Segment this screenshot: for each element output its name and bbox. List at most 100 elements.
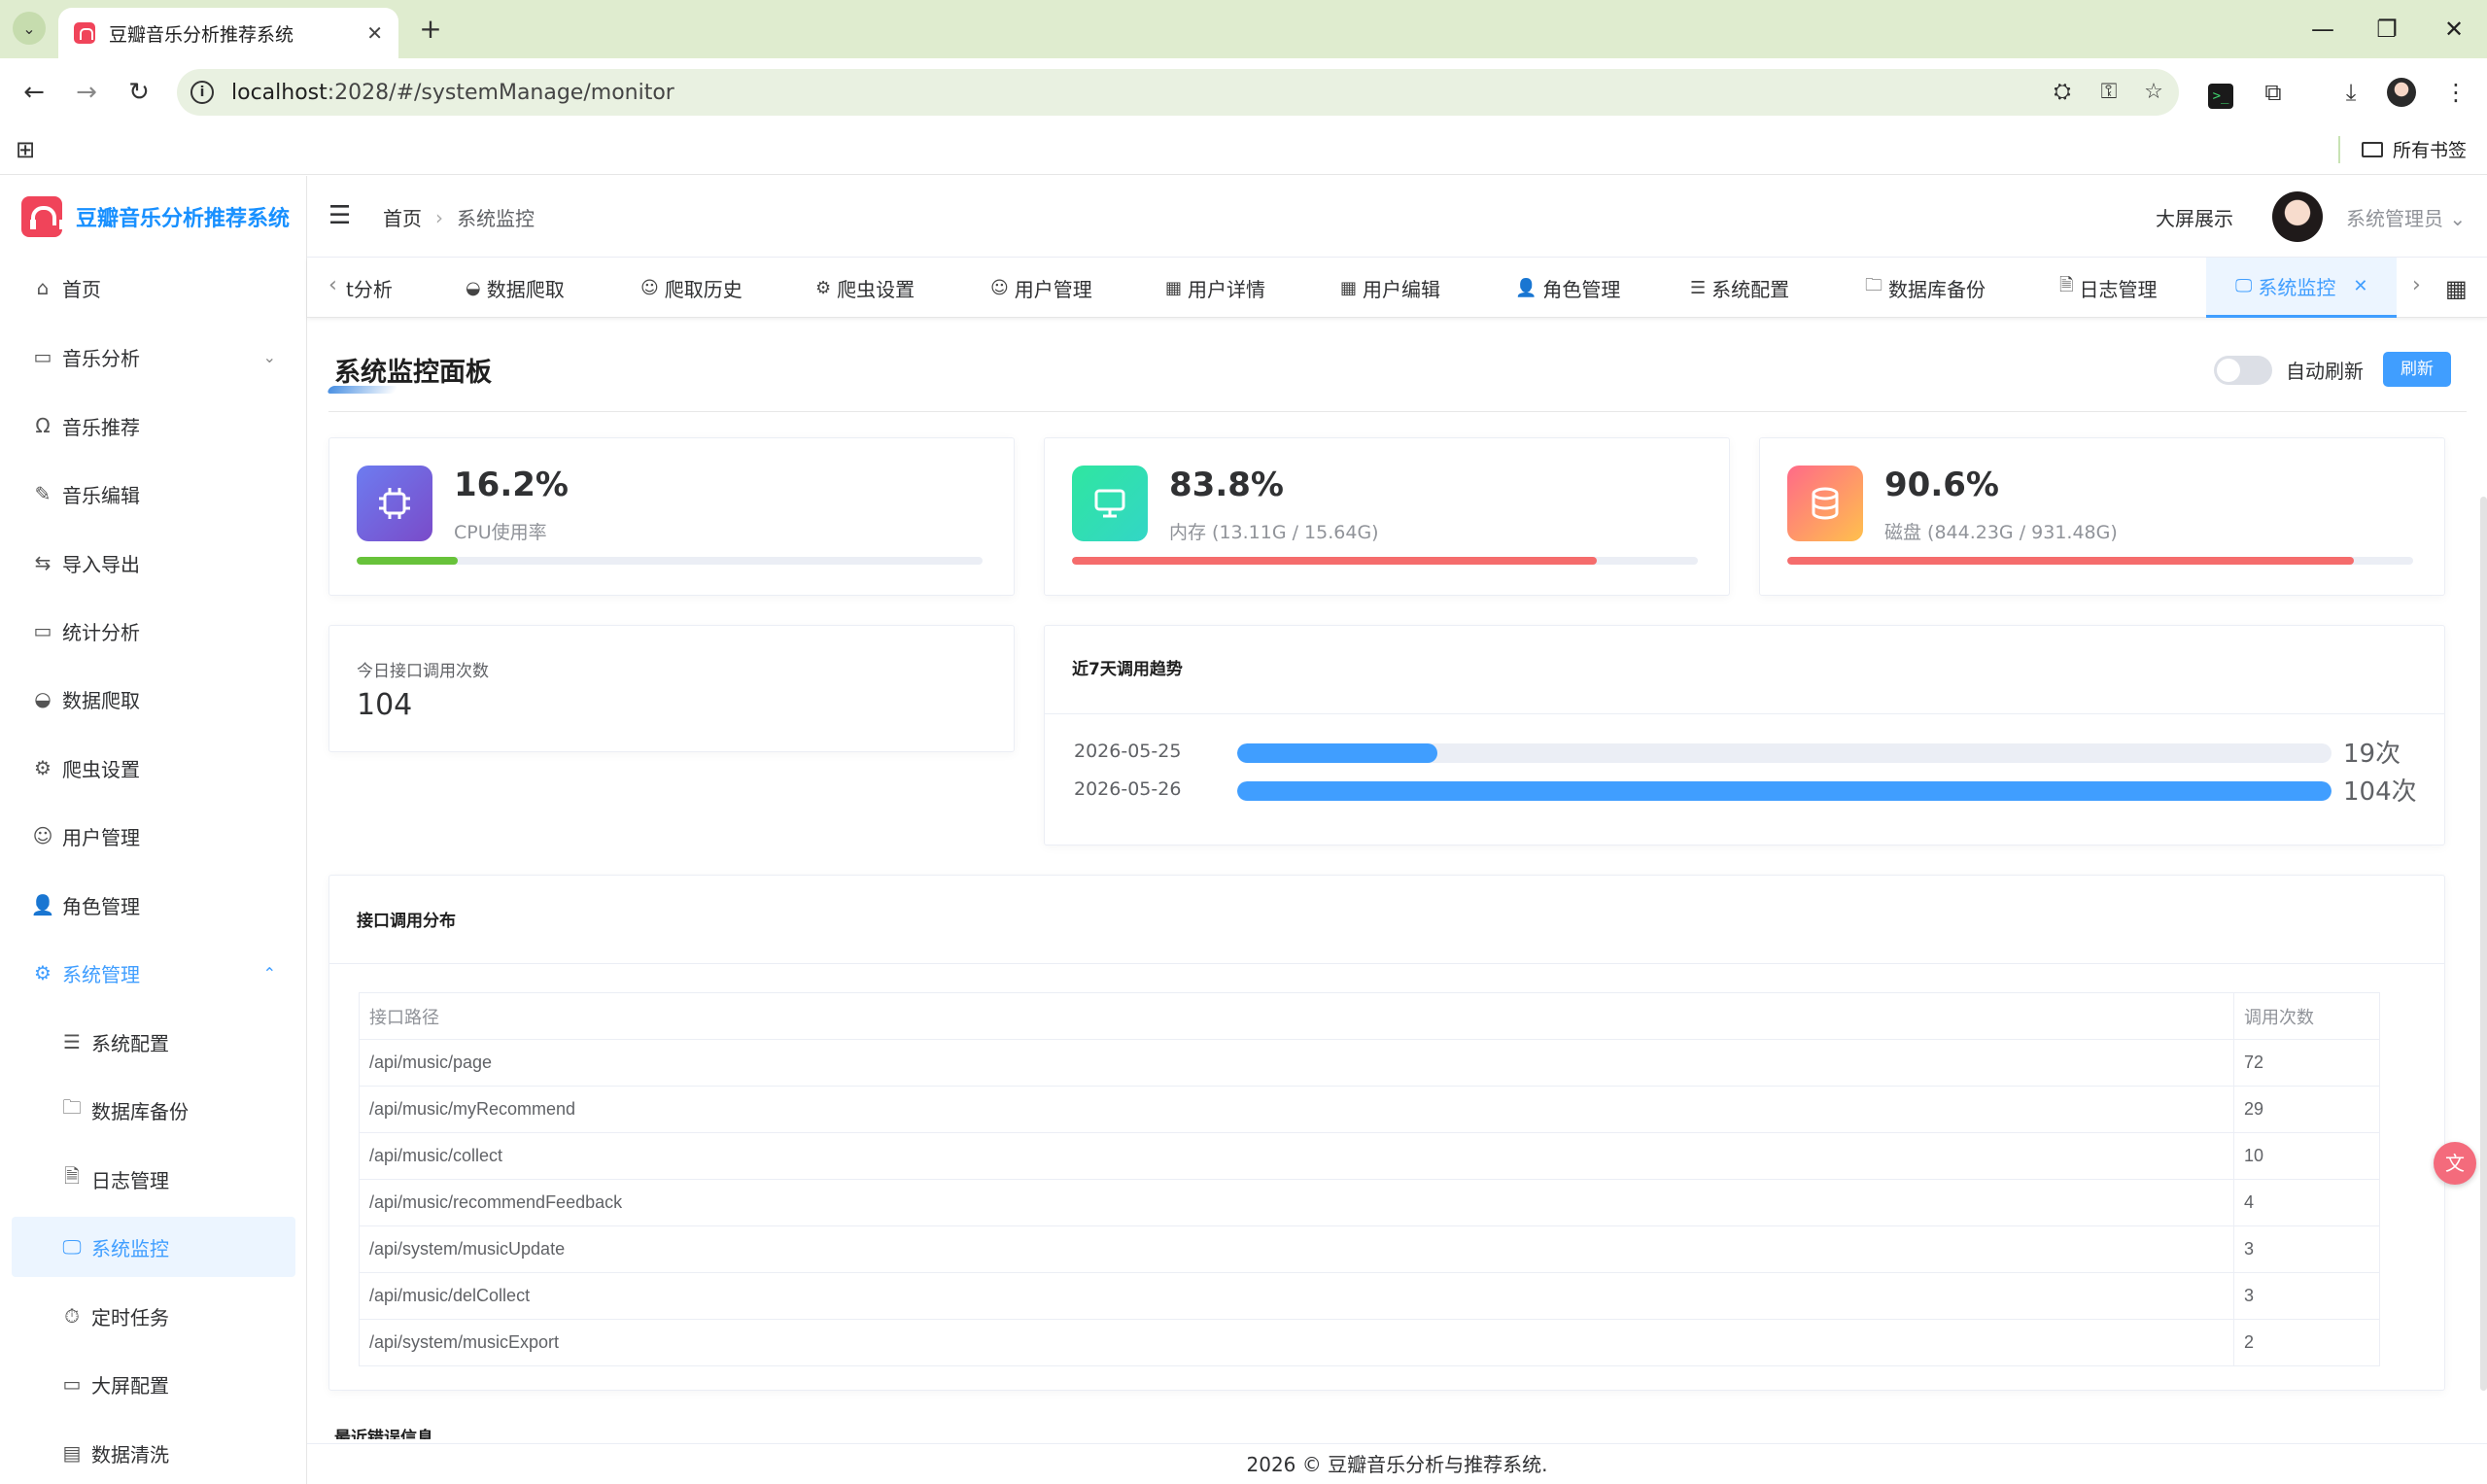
tag-user-detail[interactable]: ▦ 用户详情 xyxy=(1165,258,1265,318)
profile-avatar[interactable] xyxy=(2383,74,2420,111)
tag-user-management[interactable]: ☺ 用户管理 xyxy=(990,258,1092,318)
today-calls-label: 今日接口调用次数 xyxy=(357,662,489,681)
today-calls-card: 今日接口调用次数 104 xyxy=(328,625,1015,752)
memory-label: 内存 (13.11G / 15.64G) xyxy=(1169,522,1379,543)
forward-arrow-icon[interactable]: → xyxy=(68,74,105,111)
grid-menu-icon[interactable]: ▦ xyxy=(2445,275,2468,302)
tab-search-button[interactable]: ⌄ xyxy=(13,12,46,45)
user-dropdown[interactable]: 系统管理员 ⌄ xyxy=(2346,203,2466,231)
table-cell-path: /api/music/myRecommend xyxy=(359,1086,2234,1133)
bookmark-star-icon[interactable]: ☆ xyxy=(2138,77,2169,108)
sidebar-item-statistics[interactable]: ▭ 统计分析 xyxy=(12,601,295,661)
more-menu-icon[interactable]: ⋮ xyxy=(2437,74,2474,111)
table-cell-path: /api/music/recommendFeedback xyxy=(359,1179,2234,1226)
tag-label: 爬取历史 xyxy=(664,277,743,301)
switch-arrows-icon: ⇆ xyxy=(34,551,52,574)
panel-title: 系统监控面板 xyxy=(334,358,492,388)
sidebar-subitem-scheduled-tasks[interactable]: ⏱ 定时任务 xyxy=(12,1286,295,1346)
bowl-icon: ◒ xyxy=(466,277,481,298)
window-minimize-button[interactable]: — xyxy=(2303,12,2342,47)
apps-grid-icon[interactable]: ⊞ xyxy=(16,136,35,163)
tags-view: ‹ t分析 ◒ 数据爬取 ☺ 爬取历史 ⚙ 爬虫设置 ☺ 用户管理 ▦ 用户详情 ▦ 用户编… xyxy=(307,258,2487,318)
chevron-down-icon: ⌄ xyxy=(22,18,36,38)
panel-divider xyxy=(328,411,2467,412)
table-cell-count: 4 xyxy=(2233,1179,2380,1226)
sidebar-item-data-crawl[interactable]: ◒ 数据爬取 xyxy=(12,669,295,729)
all-bookmarks-button[interactable]: 所有书签 xyxy=(2362,136,2467,162)
chevron-right-icon[interactable]: › xyxy=(2412,273,2421,297)
chevron-left-icon[interactable]: ‹ xyxy=(328,273,337,297)
gear-icon: ⚙ xyxy=(34,961,52,984)
sidebar-item-music-edit[interactable]: ✎ 音乐编辑 xyxy=(12,464,295,524)
tag-user-edit[interactable]: ▦ 用户编辑 xyxy=(1340,258,1440,318)
tag-music-analysis[interactable]: t分析 xyxy=(346,258,393,318)
site-info-icon[interactable]: i xyxy=(190,81,214,104)
download-icon[interactable]: ⤓ xyxy=(2332,74,2369,111)
sidebar-subitem-bigscreen-config[interactable]: ▭ 大屏配置 xyxy=(12,1354,295,1414)
tag-db-backup[interactable]: 🗀 数据库备份 xyxy=(1865,258,1986,318)
close-icon[interactable]: ✕ xyxy=(366,21,383,45)
monitor-icon: 🖵 xyxy=(2235,276,2253,296)
address-bar[interactable]: i localhost:2028/#/systemManage/monitor … xyxy=(177,69,2179,116)
sliders-icon: ☰ xyxy=(1690,277,1707,298)
extensions-puzzle-icon[interactable]: ⧉ xyxy=(2255,74,2292,111)
reload-icon[interactable]: ↻ xyxy=(121,74,157,111)
table-row: /api/music/collect 10 xyxy=(359,1132,2380,1180)
tag-system-config[interactable]: ☰ 系统配置 xyxy=(1690,258,1789,318)
chart-board-icon: ▭ xyxy=(33,345,52,368)
tag-system-monitor[interactable]: 🖵 系统监控 ✕ xyxy=(2206,258,2398,318)
monitor-icon: 🖵 xyxy=(62,1235,82,1259)
back-arrow-icon[interactable]: ← xyxy=(16,74,52,111)
tag-crawl-history[interactable]: ☺ 爬取历史 xyxy=(640,258,743,318)
trend-card: 近7天调用趋势 2026-05-25 19次 2026-05-26 104次 xyxy=(1044,625,2445,846)
translate-icon[interactable]: ⛭ xyxy=(2047,77,2078,108)
sidebar-item-label: 数据库备份 xyxy=(91,1099,189,1123)
sidebar-subitem-system-config[interactable]: ☰ 系统配置 xyxy=(12,1012,295,1072)
logo[interactable]: 豆瓣音乐分析推荐系统 xyxy=(0,176,306,258)
sidebar-subitem-system-monitor[interactable]: 🖵 系统监控 xyxy=(12,1217,295,1277)
terminal-extension-icon[interactable]: >_ xyxy=(2202,74,2239,111)
sidebar-item-music-analysis[interactable]: ▭ 音乐分析 ⌄ xyxy=(12,327,295,387)
sidebar-item-system-management[interactable]: ⚙ 系统管理 ⌃ xyxy=(12,943,295,1003)
sidebar-subitem-db-backup[interactable]: 🗀 数据库备份 xyxy=(12,1080,295,1140)
sidebar-item-import-export[interactable]: ⇆ 导入导出 xyxy=(12,533,295,593)
user-avatar[interactable] xyxy=(2272,191,2323,242)
new-tab-button[interactable]: + xyxy=(413,12,448,47)
sidebar-subitem-data-cleaning[interactable]: ▤ 数据清洗 xyxy=(12,1423,295,1483)
page-scrollbar[interactable] xyxy=(2480,497,2487,1391)
main-area: ☰ 首页 › 系统监控 大屏展示 系统管理员 ⌄ ‹ t分析 ◒ 数据爬取 ☺ 爬取… xyxy=(307,176,2487,1484)
sidebar-subitem-log-management[interactable]: 🗎 日志管理 xyxy=(12,1149,295,1209)
floating-translate-icon[interactable]: 文 xyxy=(2434,1142,2476,1185)
sidebar-item-crawler-settings[interactable]: ⚙ 爬虫设置 xyxy=(12,738,295,798)
bigscreen-link[interactable]: 大屏展示 xyxy=(2156,203,2233,231)
close-icon[interactable]: ✕ xyxy=(2353,276,2367,296)
tag-label: 用户编辑 xyxy=(1363,277,1441,301)
cpu-chip-icon xyxy=(357,466,432,541)
browser-tab-active[interactable]: 豆瓣音乐分析推荐系统 ✕ xyxy=(58,8,398,58)
breadcrumb-home[interactable]: 首页 xyxy=(383,203,422,231)
tag-crawler-settings[interactable]: ⚙ 爬虫设置 xyxy=(815,258,915,318)
window-restore-button[interactable]: ❐ xyxy=(2367,12,2406,47)
tag-data-crawl[interactable]: ◒ 数据爬取 xyxy=(466,258,565,318)
tag-label: 系统配置 xyxy=(1711,277,1790,301)
column-header-count: 调用次数 xyxy=(2233,992,2380,1040)
window-close-button[interactable]: ✕ xyxy=(2435,12,2473,47)
table-row: /api/music/delCollect 3 xyxy=(359,1272,2380,1320)
password-key-icon[interactable]: ⚿ xyxy=(2093,77,2124,108)
sidebar-item-music-recommend[interactable]: Ω 音乐推荐 xyxy=(12,396,295,456)
table-cell-path: /api/system/musicExport xyxy=(359,1319,2234,1366)
disk-label: 磁盘 (844.23G / 931.48G) xyxy=(1884,522,2118,543)
memory-progress-track xyxy=(1072,557,1698,565)
disk-card: 90.6% 磁盘 (844.23G / 931.48G) xyxy=(1759,437,2445,596)
table-cell-count: 3 xyxy=(2233,1272,2380,1320)
api-distribution-table: 接口路径 调用次数 /api/music/page 72 /api/music/m… xyxy=(359,992,2380,1366)
sidebar-item-home[interactable]: ⌂ 首页 xyxy=(12,258,295,318)
sidebar-item-user-management[interactable]: ☺ 用户管理 xyxy=(12,806,295,866)
tag-role-management[interactable]: 👤 角色管理 xyxy=(1515,258,1620,318)
refresh-button[interactable]: 刷新 xyxy=(2383,352,2451,387)
sidebar-item-role-management[interactable]: 👤 角色管理 xyxy=(12,875,295,935)
auto-refresh-switch[interactable] xyxy=(2214,356,2272,385)
tag-log-management[interactable]: 🗎 日志管理 xyxy=(2059,258,2157,318)
hamburger-menu-icon[interactable]: ☰ xyxy=(328,201,351,230)
disk-value: 90.6% xyxy=(1884,466,1999,504)
